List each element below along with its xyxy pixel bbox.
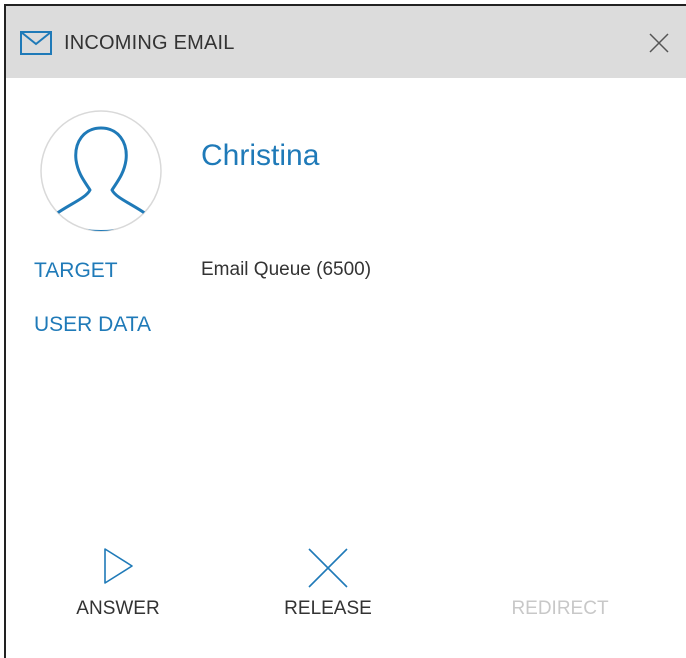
redirect-label: REDIRECT (511, 598, 609, 619)
target-value: Email Queue (6500) (201, 259, 372, 280)
answer-label: ANSWER (76, 598, 160, 619)
user-data-label[interactable]: USER DATA (34, 313, 151, 337)
dialog-header: INCOMING EMAIL (6, 6, 686, 78)
answer-button[interactable]: ANSWER (38, 546, 198, 620)
close-icon[interactable] (648, 32, 670, 54)
target-label[interactable]: TARGET (34, 259, 118, 283)
dialog-title: INCOMING EMAIL (64, 32, 235, 54)
close-x-icon (308, 548, 348, 588)
incoming-email-dialog: INCOMING EMAIL Christina TARGET Email Qu… (4, 4, 686, 658)
caller-name: Christina (201, 139, 320, 172)
mail-icon (20, 31, 52, 55)
release-button[interactable]: RELEASE (248, 546, 408, 620)
play-icon (104, 548, 133, 584)
release-label: RELEASE (284, 598, 372, 619)
redirect-button[interactable]: REDIRECT (480, 598, 640, 620)
user-avatar-icon (40, 110, 162, 232)
